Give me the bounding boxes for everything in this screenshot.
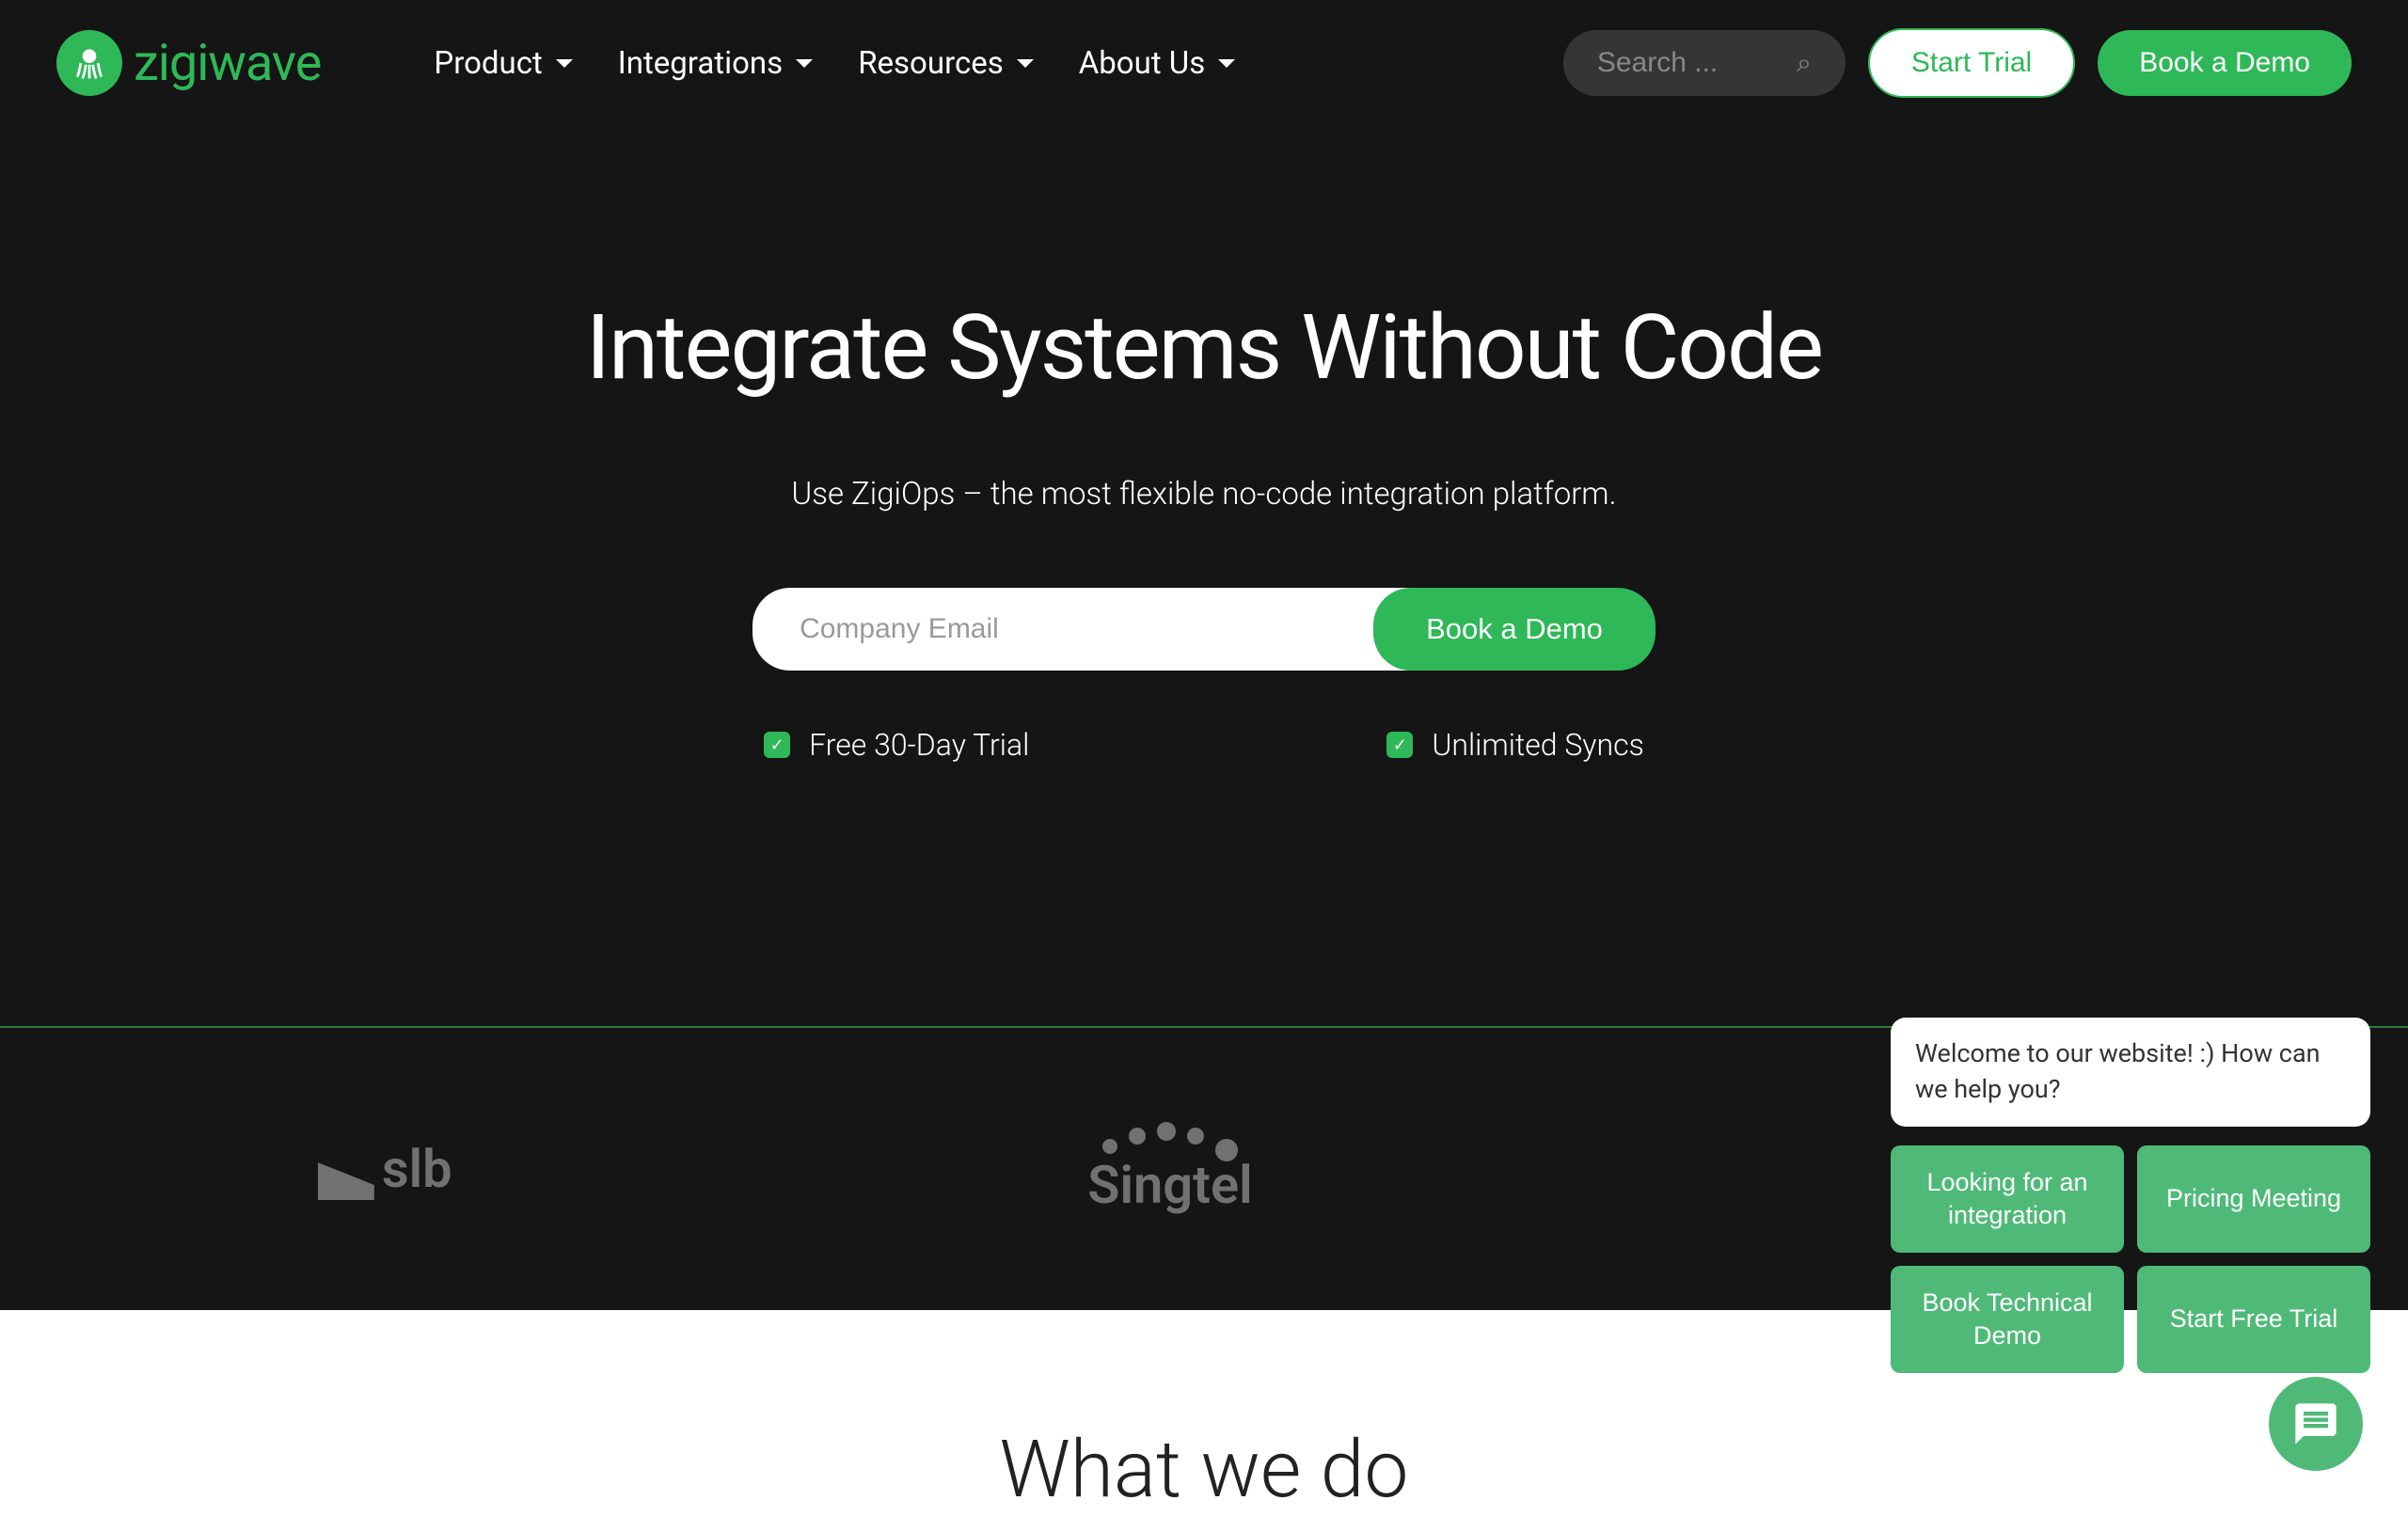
nav-label: About Us: [1079, 45, 1205, 82]
section-heading: What we do: [0, 1423, 2408, 1516]
nav-about-us[interactable]: About Us: [1079, 45, 1235, 82]
feature-label: Unlimited Syncs: [1432, 727, 1644, 763]
book-demo-button[interactable]: Book a Demo: [2098, 30, 2352, 96]
nav-integrations[interactable]: Integrations: [618, 45, 813, 82]
check-icon: ✓: [1386, 732, 1413, 758]
hero-book-demo-button[interactable]: Book a Demo: [1373, 588, 1656, 671]
feature-item: ✓ Free 30-Day Trial: [764, 727, 1029, 763]
nav-label: Integrations: [618, 45, 783, 82]
company-email-input[interactable]: [752, 588, 1411, 671]
feature-label: Free 30-Day Trial: [809, 727, 1029, 763]
chat-option-demo[interactable]: Book Technical Demo: [1891, 1266, 2124, 1373]
chat-greeting: Welcome to our website! :) How can we he…: [1891, 1018, 2370, 1127]
chat-option-trial[interactable]: Start Free Trial: [2137, 1266, 2370, 1373]
hero-section: Integrate Systems Without Code Use ZigiO…: [0, 126, 2408, 838]
chat-option-pricing[interactable]: Pricing Meeting: [2137, 1145, 2370, 1253]
header: zigiwave Product Integrations Resources …: [0, 0, 2408, 126]
start-trial-button[interactable]: Start Trial: [1868, 28, 2075, 98]
hero-features: ✓ Free 30-Day Trial ✓ Unlimited Syncs: [0, 727, 2408, 763]
chat-fab-button[interactable]: [2269, 1377, 2363, 1471]
hero-subtitle: Use ZigiOps – the most flexible no-code …: [0, 476, 2408, 513]
logo[interactable]: zigiwave: [56, 30, 321, 96]
search-icon: ⌕: [1797, 47, 1812, 79]
singtel-dots-icon: [1087, 1122, 1252, 1145]
partner-logo-text: Singtel: [1087, 1154, 1252, 1216]
nav-resources[interactable]: Resources: [858, 45, 1034, 82]
slb-shape-icon: [318, 1162, 374, 1200]
nav-label: Resources: [858, 45, 1004, 82]
logo-text: zigiwave: [134, 34, 321, 93]
chat-options: Looking for an integration Pricing Meeti…: [1891, 1145, 2370, 1373]
search-box[interactable]: ⌕: [1563, 30, 1846, 96]
logo-icon: [56, 30, 122, 96]
partner-logo-singtel: Singtel: [1087, 1122, 1252, 1216]
check-icon: ✓: [764, 732, 790, 758]
search-input[interactable]: [1597, 47, 1782, 79]
chevron-down-icon: [1017, 59, 1034, 68]
header-actions: ⌕ Start Trial Book a Demo: [1563, 28, 2352, 98]
email-form: Book a Demo: [0, 588, 2408, 671]
chat-option-integration[interactable]: Looking for an integration: [1891, 1145, 2124, 1253]
chevron-down-icon: [1218, 59, 1235, 68]
partner-logo-text: slb: [382, 1138, 452, 1200]
nav-product[interactable]: Product: [434, 45, 572, 82]
main-nav: Product Integrations Resources About Us: [434, 45, 1235, 82]
chevron-down-icon: [796, 59, 813, 68]
chevron-down-icon: [556, 59, 573, 68]
chat-icon: [2291, 1399, 2340, 1448]
nav-label: Product: [434, 45, 542, 82]
hero-title: Integrate Systems Without Code: [0, 295, 2408, 401]
partner-logo-slb: slb: [318, 1138, 452, 1200]
chat-widget: Welcome to our website! :) How can we he…: [1891, 1018, 2370, 1373]
feature-item: ✓ Unlimited Syncs: [1386, 727, 1644, 763]
